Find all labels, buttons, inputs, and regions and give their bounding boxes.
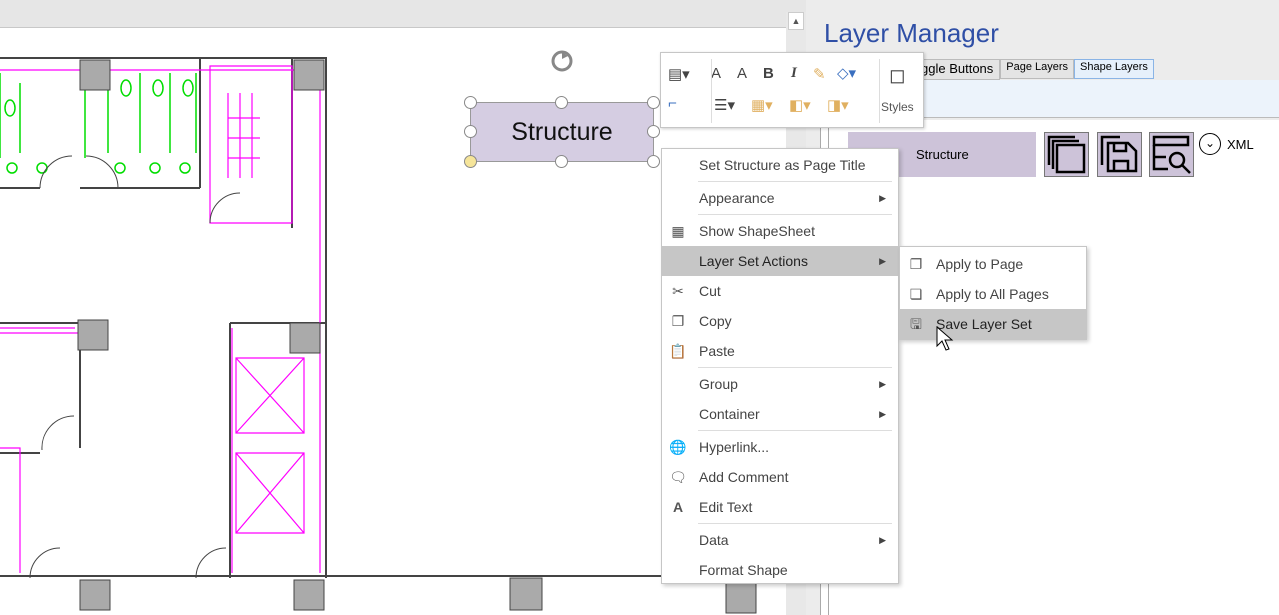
shape-fill-icon[interactable]: ◇▾ bbox=[837, 64, 856, 82]
tab-toggle-buttons[interactable]: ggle Buttons bbox=[914, 59, 1001, 80]
structure-shape[interactable]: Structure bbox=[470, 102, 654, 162]
menu-item-apply-to-all-pages[interactable]: ❏ Apply to All Pages bbox=[900, 279, 1086, 309]
menu-item-save-layer-set[interactable]: 🖫 Save Layer Set bbox=[900, 309, 1086, 339]
context-menu: Set Structure as Page Title Appearance ▶ … bbox=[661, 148, 899, 584]
increase-font-icon[interactable]: A bbox=[711, 65, 721, 82]
menu-item-hyperlink[interactable]: 🌐 Hyperlink... bbox=[662, 432, 898, 462]
comment-icon: 🗨 bbox=[669, 469, 687, 485]
apply-all-pages-icon: ❏ bbox=[909, 286, 923, 302]
menu-item-appearance[interactable]: Appearance ▶ bbox=[662, 183, 898, 213]
menu-item-group[interactable]: Group ▶ bbox=[662, 369, 898, 399]
resize-handle[interactable] bbox=[464, 96, 477, 109]
hyperlink-icon: 🌐 bbox=[669, 439, 687, 455]
save-icon: 🖫 bbox=[910, 316, 922, 332]
apply-layers-icon bbox=[1047, 135, 1086, 174]
resize-handle[interactable] bbox=[464, 125, 477, 138]
layer-set-submenu: ❐ Apply to Page ❏ Apply to All Pages 🖫 Save… bbox=[899, 246, 1087, 340]
menu-item-copy[interactable]: ❐ Copy bbox=[662, 306, 898, 336]
align-icon[interactable]: ☰▾ bbox=[714, 96, 735, 114]
tab-shape-layers[interactable]: Shape Layers bbox=[1074, 59, 1154, 79]
resize-handle[interactable] bbox=[464, 155, 477, 168]
resize-handle[interactable] bbox=[555, 155, 568, 168]
menu-item-data[interactable]: Data ▶ bbox=[662, 525, 898, 555]
copy-icon: ❐ bbox=[671, 313, 685, 329]
resize-handle[interactable] bbox=[647, 125, 660, 138]
position-icon[interactable]: ▦▾ bbox=[751, 96, 773, 114]
save-layer-icon bbox=[1100, 135, 1138, 173]
bold-icon[interactable]: B bbox=[763, 65, 774, 82]
rotate-handle-icon[interactable] bbox=[548, 48, 578, 76]
styles-label[interactable]: Styles bbox=[881, 100, 914, 114]
format-painter-icon[interactable]: ✎ bbox=[813, 65, 826, 83]
apply-page-icon: ❐ bbox=[909, 256, 923, 272]
connector-icon[interactable]: ⌐ bbox=[668, 95, 677, 112]
xml-label: XML bbox=[1227, 136, 1254, 152]
apply-layers-button[interactable] bbox=[1044, 132, 1089, 177]
styles-icon[interactable]: ◻ bbox=[889, 63, 906, 88]
menu-item-set-page-title[interactable]: Set Structure as Page Title bbox=[662, 150, 898, 180]
resize-handle[interactable] bbox=[555, 96, 568, 109]
scissors-icon: ✂ bbox=[672, 283, 684, 299]
resize-handle[interactable] bbox=[647, 155, 660, 168]
paste-icon: 📋 bbox=[669, 343, 687, 359]
menu-item-format-shape[interactable]: Format Shape bbox=[662, 555, 898, 585]
menu-item-paste[interactable]: 📋 Paste bbox=[662, 336, 898, 366]
text-icon: A bbox=[672, 499, 684, 515]
send-back-icon[interactable]: ◨▾ bbox=[827, 96, 849, 114]
menu-item-layer-set-actions[interactable]: Layer Set Actions ▶ bbox=[662, 246, 898, 276]
decrease-font-icon[interactable]: A bbox=[737, 65, 747, 82]
menu-item-show-shapesheet[interactable]: ▦ Show ShapeSheet bbox=[662, 216, 898, 246]
search-layers-button[interactable] bbox=[1149, 132, 1194, 177]
bring-front-icon[interactable]: ◧▾ bbox=[789, 96, 811, 114]
resize-handle[interactable] bbox=[647, 96, 660, 109]
top-bar bbox=[0, 0, 806, 28]
italic-icon[interactable]: I bbox=[791, 65, 797, 82]
shapesheet-icon: ▦ bbox=[671, 223, 685, 239]
scroll-up-button[interactable]: ▲ bbox=[788, 12, 804, 30]
search-layer-icon bbox=[1152, 135, 1191, 174]
menu-item-edit-text[interactable]: A Edit Text bbox=[662, 492, 898, 522]
tab-page-layers[interactable]: Page Layers bbox=[1000, 59, 1075, 79]
menu-item-add-comment[interactable]: 🗨 Add Comment bbox=[662, 462, 898, 492]
menu-item-apply-to-page[interactable]: ❐ Apply to Page bbox=[900, 249, 1086, 279]
panel-title: Layer Manager bbox=[824, 18, 999, 48]
mini-toolbar: ▤▾ ⌐ A A B I ✎ ◇▾ ☰▾ ▦▾ ◧▾ ◨▾ ◻ Styles bbox=[660, 52, 924, 128]
mouse-cursor-icon bbox=[936, 326, 954, 351]
save-layer-set-button[interactable] bbox=[1097, 132, 1142, 177]
chevron-down-icon: ⌄ bbox=[1199, 133, 1221, 155]
xml-toggle[interactable]: ⌄ XML bbox=[1199, 133, 1254, 155]
menu-item-cut[interactable]: ✂ Cut bbox=[662, 276, 898, 306]
menu-item-container[interactable]: Container ▶ bbox=[662, 399, 898, 429]
text-block-icon[interactable]: ▤▾ bbox=[668, 65, 690, 83]
